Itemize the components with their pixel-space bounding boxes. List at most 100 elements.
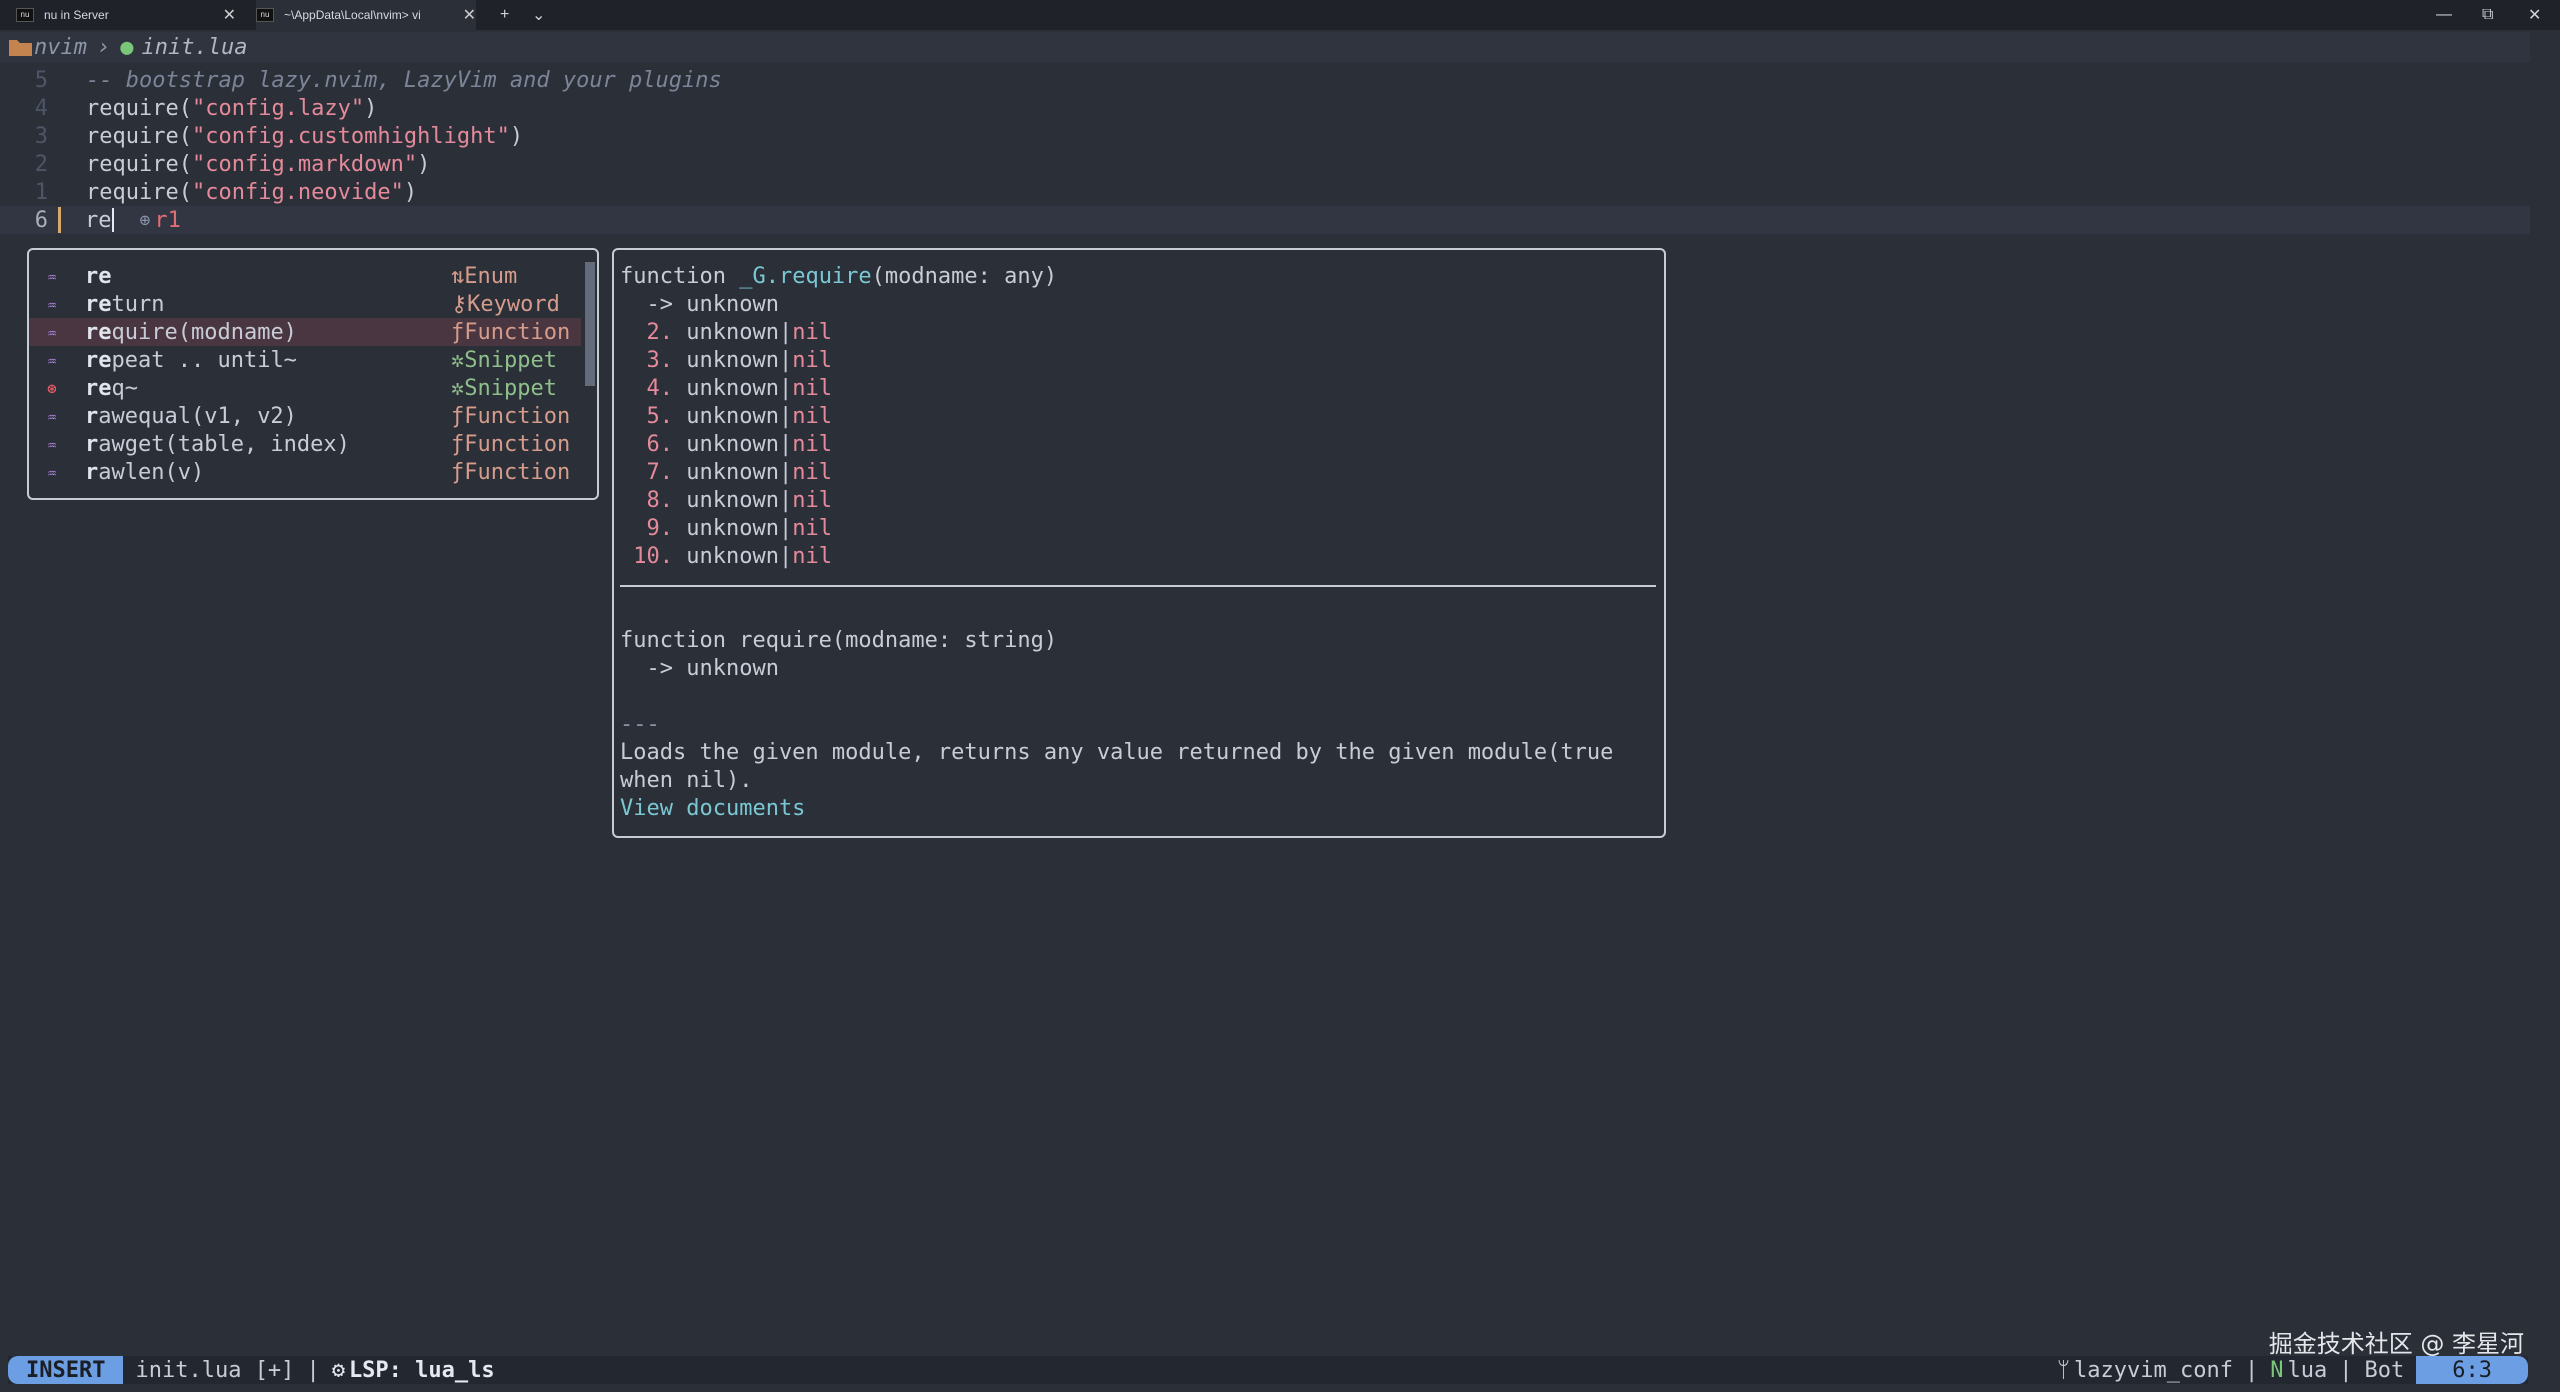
lsp-icon: ♒ xyxy=(47,266,57,286)
close-icon[interactable]: ✕ xyxy=(223,5,236,25)
code-paren: ) xyxy=(364,95,378,121)
completion-item-selected[interactable]: ♒ require(modname) ƒ Function xyxy=(29,318,581,346)
code-line[interactable]: 5 -- bootstrap lazy.nvim, LazyVim and yo… xyxy=(0,66,2530,94)
doc-separator: --- xyxy=(620,711,660,737)
completion-item[interactable]: ♒ rawlen(v) ƒ Function xyxy=(29,458,581,486)
status-filename: init.lua [+] xyxy=(135,1357,295,1383)
terminal-icon: nu xyxy=(16,8,34,22)
doc-return-item: 9. unknown|nil xyxy=(620,515,832,541)
window-close-button[interactable]: ✕ xyxy=(2528,2,2541,28)
line-number: 2 xyxy=(34,151,48,177)
cursor-line[interactable]: 6 re ⊕ r1 xyxy=(0,206,2530,234)
snippet-icon: ✲ xyxy=(451,347,465,373)
code-call: require( xyxy=(86,179,192,205)
code-call: require( xyxy=(86,151,192,177)
doc-signature: function _G.require (modname: any) xyxy=(620,263,1058,289)
gear-icon: ⚙ xyxy=(331,1357,345,1383)
item-kind: Keyword xyxy=(467,291,560,317)
doc-return-item: 4. unknown|nil xyxy=(620,375,832,401)
diagnostic-text: r1 xyxy=(154,207,181,233)
match-text: r xyxy=(85,403,99,429)
neovim-icon: N xyxy=(2270,1357,2284,1383)
cursor-position: 6:3 xyxy=(2416,1356,2528,1384)
code-line[interactable]: 4 require("config.lazy") xyxy=(0,94,2530,122)
enum-icon: ⇅ xyxy=(451,263,465,289)
completion-item[interactable]: ♒ return ⚷ Keyword xyxy=(29,290,581,318)
match-text: r xyxy=(85,459,99,485)
code-line[interactable]: 3 require("config.customhighlight") xyxy=(0,122,2530,150)
match-text: re xyxy=(85,263,112,289)
line-number: 3 xyxy=(34,123,48,149)
status-separator: | xyxy=(306,1357,320,1383)
item-label: q~ xyxy=(111,375,139,401)
doc-return-item: 7. unknown|nil xyxy=(620,459,832,485)
completion-item[interactable]: ♒ repeat .. until~ ✲ Snippet xyxy=(29,346,581,374)
minimize-button[interactable]: — xyxy=(2436,2,2452,28)
completion-scrollbar[interactable] xyxy=(585,262,595,386)
lsp-icon: ♒ xyxy=(47,322,57,342)
code-line[interactable]: 1 require("config.neovide") xyxy=(0,178,2530,206)
code-text: re xyxy=(85,207,112,233)
completion-item[interactable]: ♒ rawequal(v1, v2) ƒ Function xyxy=(29,402,581,430)
status-line: INSERT init.lua [+] | ⚙ LSP: lua_ls ᛘ la… xyxy=(8,1356,2528,1384)
view-documents-link[interactable]: View documents xyxy=(620,794,805,822)
breadcrumb-separator: › xyxy=(96,34,111,60)
breadcrumb-file[interactable]: init.lua xyxy=(141,35,247,60)
lifebuoy-icon: ⊛ xyxy=(47,378,57,398)
git-sign xyxy=(58,207,61,233)
code-comment: -- bootstrap lazy.nvim, LazyVim and your… xyxy=(86,67,722,93)
code-line[interactable]: 2 require("config.markdown") xyxy=(0,150,2530,178)
code-string: "config.customhighlight" xyxy=(191,123,510,149)
code-call: require( xyxy=(86,123,192,149)
code-paren: ) xyxy=(417,151,431,177)
tab-nu-in-server[interactable]: nu nu in Server ✕ xyxy=(16,0,236,30)
completion-item[interactable]: ♒ rawget(table, index) ƒ Function xyxy=(29,430,581,458)
code-string: "config.lazy" xyxy=(191,95,365,121)
doc-return-item: 10. unknown|nil xyxy=(620,543,832,569)
match-text: re xyxy=(85,375,112,401)
breadcrumb: nvim › ● init.lua xyxy=(0,32,2530,62)
keyword-icon: ⚷ xyxy=(451,291,468,317)
doc-return: -> unknown xyxy=(620,291,779,317)
code-call: require( xyxy=(86,95,192,121)
new-tab-button[interactable]: + xyxy=(500,2,509,28)
match-text: re xyxy=(85,347,112,373)
restore-button[interactable]: ⧉ xyxy=(2482,2,2493,28)
doc-return-item: 8. unknown|nil xyxy=(620,487,832,513)
code-string: "config.markdown" xyxy=(191,151,418,177)
item-kind: Function xyxy=(464,403,571,429)
code-paren: ) xyxy=(403,179,418,205)
doc-return: -> unknown xyxy=(620,655,779,681)
code-paren: ) xyxy=(509,123,524,149)
doc-description: Loads the given module, returns any valu… xyxy=(620,739,1614,765)
item-label: awlen(v) xyxy=(98,459,205,485)
doc-return-item: 6. unknown|nil xyxy=(620,431,832,457)
close-icon[interactable]: ✕ xyxy=(463,5,476,25)
tab-label: ~\AppData\Local\nvim> vi xyxy=(284,8,421,22)
item-kind: Snippet xyxy=(464,375,557,401)
watermark: 掘金技术社区 @ 李星河 xyxy=(2268,1330,2524,1358)
tab-dropdown-button[interactable]: ⌄ xyxy=(532,2,545,28)
item-label: awget(table, index) xyxy=(98,431,350,457)
status-separator: | xyxy=(2245,1357,2259,1383)
tab-label: nu in Server xyxy=(44,8,109,22)
breadcrumb-folder[interactable]: nvim xyxy=(34,35,87,60)
code-string: "config.neovide" xyxy=(191,179,404,205)
text-cursor xyxy=(111,208,114,232)
doc-return-item: 5. unknown|nil xyxy=(620,403,832,429)
doc-signature-2: function require(modname: string) xyxy=(620,627,1058,653)
status-branch: lazyvim_conf xyxy=(2074,1357,2233,1383)
match-text: re xyxy=(85,291,112,317)
match-text: r xyxy=(85,431,99,457)
item-kind: Function xyxy=(464,319,571,345)
completion-item[interactable]: ♒ re ⇅ Enum xyxy=(29,262,581,290)
item-label: peat .. until~ xyxy=(111,347,297,373)
documentation-popup: function _G.require (modname: any) -> unk… xyxy=(612,248,1666,838)
lsp-icon: ♒ xyxy=(47,434,57,454)
function-icon: ƒ xyxy=(451,319,465,345)
completion-menu: ♒ re ⇅ Enum ♒ return ⚷ Keyword ♒ require… xyxy=(27,248,599,500)
diagnostic-icon: ⊕ xyxy=(139,209,151,231)
completion-item[interactable]: ⊛ req~ ✲ Snippet xyxy=(29,374,581,402)
lsp-icon: ♒ xyxy=(47,350,57,370)
tab-nvim[interactable]: nu ~\AppData\Local\nvim> vi ✕ xyxy=(256,0,476,30)
